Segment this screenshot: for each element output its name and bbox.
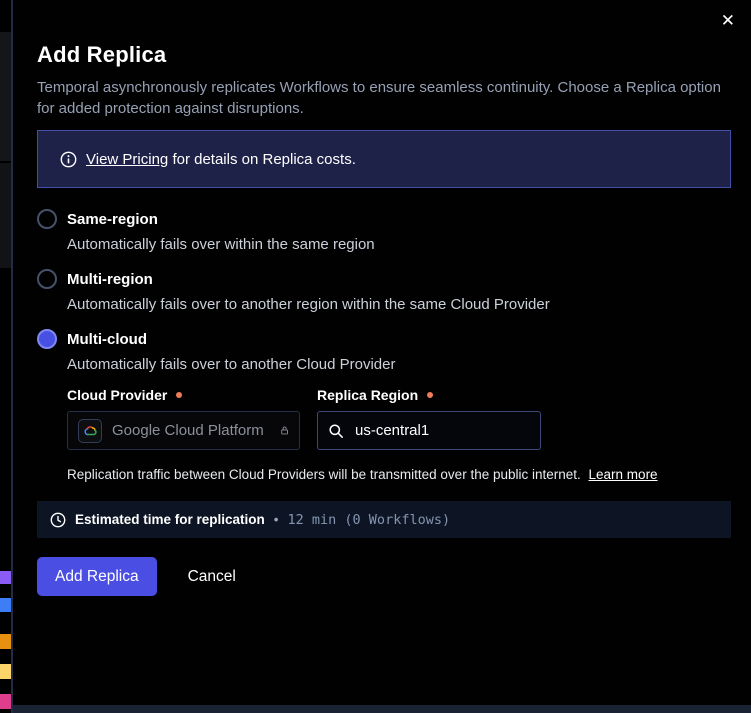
option-label: Multi-region xyxy=(67,271,153,288)
replica-option-group: Same-region Automatically fails over wit… xyxy=(37,209,731,482)
multi-cloud-form: Cloud Provider Google Cloud P xyxy=(67,387,731,450)
add-replica-button[interactable]: Add Replica xyxy=(37,557,157,596)
replica-region-input[interactable] xyxy=(353,421,513,440)
option-multi-region: Multi-region Automatically fails over to… xyxy=(37,269,731,313)
option-description: Automatically fails over to another Clou… xyxy=(67,356,731,373)
cloud-provider-select[interactable]: Google Cloud Platform xyxy=(67,411,300,450)
option-multi-cloud-row[interactable]: Multi-cloud xyxy=(37,329,731,349)
estimate-label: Estimated time for replication xyxy=(75,512,265,527)
option-multi-region-row[interactable]: Multi-region xyxy=(37,269,731,289)
radio-multi-region[interactable] xyxy=(37,269,57,289)
background-row-block xyxy=(0,32,11,161)
search-icon xyxy=(328,423,344,439)
replica-region-search-field[interactable] xyxy=(317,411,541,450)
background-color-block-orange xyxy=(0,634,11,649)
info-icon xyxy=(60,151,77,168)
learn-more-link[interactable]: Learn more xyxy=(589,467,658,482)
modal-description: Temporal asynchronously replicates Workf… xyxy=(37,77,731,119)
background-color-block-pink xyxy=(0,694,11,709)
pricing-banner-suffix: for details on Replica costs. xyxy=(172,151,355,168)
field-label-text: Replica Region xyxy=(317,387,418,403)
page-title: Add Replica xyxy=(37,42,731,68)
background-color-block-blue xyxy=(0,598,11,612)
required-dot xyxy=(176,392,182,398)
bottom-page-strip xyxy=(13,705,751,713)
option-same-region: Same-region Automatically fails over wit… xyxy=(37,209,731,253)
lock-icon xyxy=(280,422,289,439)
field-label-text: Cloud Provider xyxy=(67,387,167,403)
option-description: Automatically fails over within the same… xyxy=(67,236,731,253)
modal-actions: Add Replica Cancel xyxy=(37,557,731,596)
cloud-provider-value: Google Cloud Platform xyxy=(112,422,264,439)
public-internet-note: Replication traffic between Cloud Provid… xyxy=(67,467,731,482)
radio-same-region[interactable] xyxy=(37,209,57,229)
note-text: Replication traffic between Cloud Provid… xyxy=(67,467,581,482)
replica-region-label: Replica Region xyxy=(317,387,541,403)
option-label: Same-region xyxy=(67,211,158,228)
cloud-provider-field-group: Cloud Provider Google Cloud P xyxy=(67,387,300,450)
gcp-logo-box xyxy=(78,419,102,443)
add-replica-modal: ✕ Add Replica Temporal asynchronously re… xyxy=(13,0,751,713)
background-color-block-purple xyxy=(0,571,11,584)
estimate-banner: Estimated time for replication • 12 min … xyxy=(37,501,731,538)
option-multi-cloud: Multi-cloud Automatically fails over to … xyxy=(37,329,731,482)
option-label: Multi-cloud xyxy=(67,331,147,348)
option-description: Automatically fails over to another regi… xyxy=(67,296,731,313)
replica-region-field-group: Replica Region xyxy=(317,387,541,450)
background-color-block-yellow xyxy=(0,664,11,679)
required-dot xyxy=(427,392,433,398)
google-cloud-icon xyxy=(83,425,98,437)
estimate-separator: • xyxy=(274,512,279,527)
background-page-strip xyxy=(0,0,11,713)
pricing-info-banner: View Pricing for details on Replica cost… xyxy=(37,130,731,188)
clock-icon xyxy=(50,512,66,528)
radio-multi-cloud[interactable] xyxy=(37,329,57,349)
pricing-banner-text: View Pricing for details on Replica cost… xyxy=(86,151,356,168)
close-icon[interactable]: ✕ xyxy=(717,8,739,33)
cloud-provider-label: Cloud Provider xyxy=(67,387,300,403)
background-row-block xyxy=(0,163,11,268)
option-same-region-row[interactable]: Same-region xyxy=(37,209,731,229)
view-pricing-link[interactable]: View Pricing xyxy=(86,151,168,168)
estimate-value: 12 min (0 Workflows) xyxy=(288,512,451,528)
cancel-button[interactable]: Cancel xyxy=(188,568,236,586)
